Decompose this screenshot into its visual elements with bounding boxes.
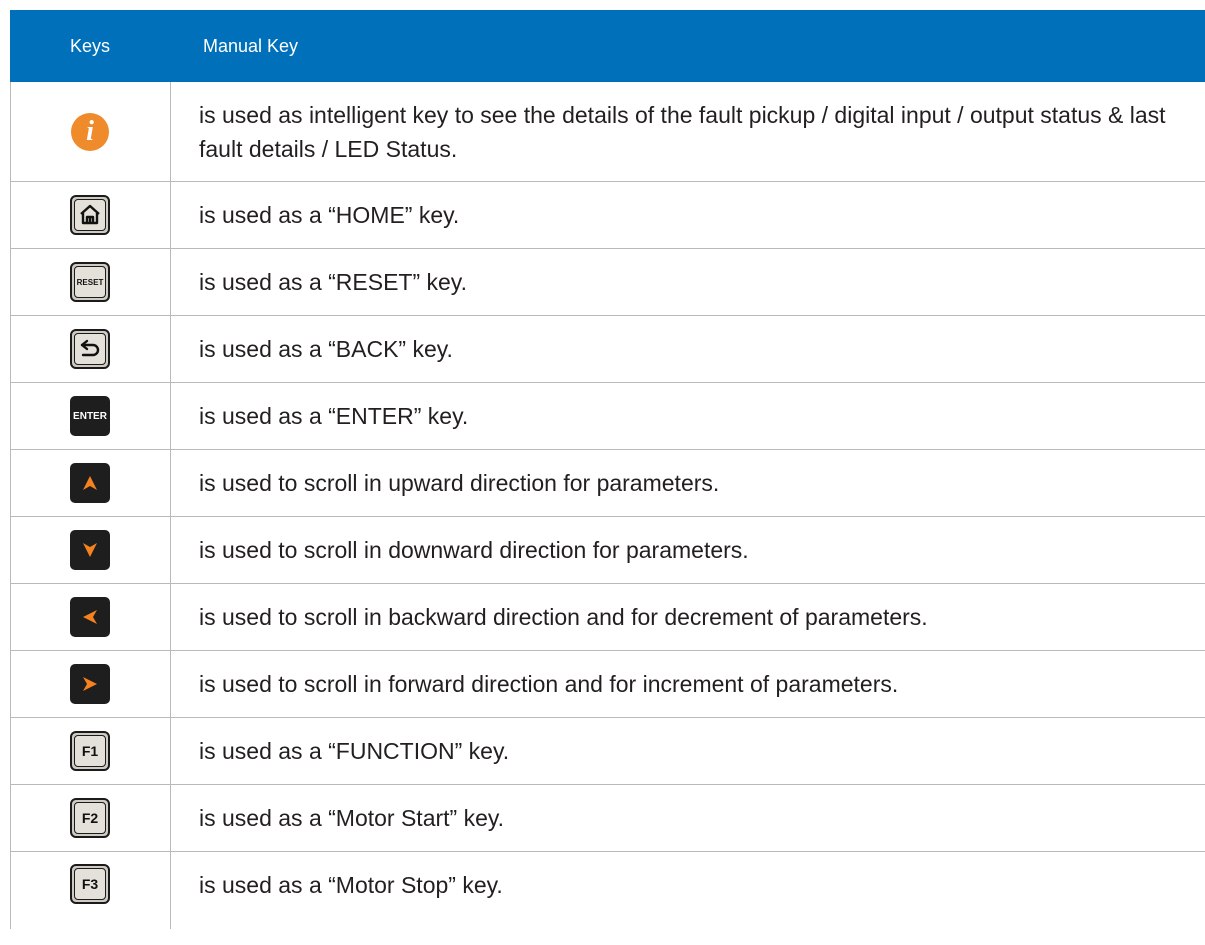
key-description: is used as a “HOME” key. <box>199 202 460 228</box>
key-description: is used as intelligent key to see the de… <box>199 101 1166 162</box>
table-row: F3 is used as a “Motor Stop” key. <box>10 852 1205 929</box>
table-row: is used to scroll in backward direction … <box>10 584 1205 651</box>
f3-key-icon: F3 <box>70 864 110 904</box>
table-row: i is used as intelligent key to see the … <box>10 82 1205 182</box>
key-description: is used to scroll in backward direction … <box>199 604 928 630</box>
header-keys: Keys <box>69 36 111 56</box>
table-row: ENTER is used as a “ENTER” key. <box>10 383 1205 450</box>
key-cell: F3 <box>10 852 170 929</box>
table-row: is used to scroll in downward direction … <box>10 517 1205 584</box>
key-description: is used to scroll in downward direction … <box>199 537 749 563</box>
table-header: Keys Manual Key <box>10 10 1205 82</box>
enter-key-label: ENTER <box>73 410 107 422</box>
key-cell: F1 <box>10 718 170 784</box>
key-description: is used to scroll in forward direction a… <box>199 671 899 697</box>
key-cell <box>10 450 170 516</box>
key-description: is used as a “BACK” key. <box>199 336 453 362</box>
key-cell: i <box>10 82 170 181</box>
table-row: F2 is used as a “Motor Start” key. <box>10 785 1205 852</box>
key-cell <box>10 651 170 717</box>
key-cell <box>10 517 170 583</box>
enter-key-icon: ENTER <box>70 396 110 436</box>
key-description: is used as a “RESET” key. <box>199 269 467 295</box>
arrow-down-icon <box>70 530 110 570</box>
key-description: is used as a “FUNCTION” key. <box>199 738 510 764</box>
key-description: is used as a “Motor Stop” key. <box>199 872 503 898</box>
home-icon <box>70 195 110 235</box>
table-row: F1 is used as a “FUNCTION” key. <box>10 718 1205 785</box>
key-cell <box>10 584 170 650</box>
key-cell: F2 <box>10 785 170 851</box>
table-row: is used to scroll in forward direction a… <box>10 651 1205 718</box>
keys-table: Keys Manual Key i is used as intelligent… <box>10 10 1205 929</box>
key-description: is used to scroll in upward direction fo… <box>199 470 720 496</box>
arrow-left-icon <box>70 597 110 637</box>
f3-key-label: F3 <box>81 876 99 892</box>
key-description: is used as a “Motor Start” key. <box>199 805 505 831</box>
arrow-right-icon <box>70 664 110 704</box>
f2-key-label: F2 <box>81 810 99 826</box>
table-row: RESET is used as a “RESET” key. <box>10 249 1205 316</box>
key-cell <box>10 182 170 248</box>
key-cell <box>10 316 170 382</box>
arrow-up-icon <box>70 463 110 503</box>
info-key-label: i <box>86 115 94 147</box>
f1-key-label: F1 <box>81 743 99 759</box>
header-manual-key: Manual Key <box>203 36 299 56</box>
f1-key-icon: F1 <box>70 731 110 771</box>
table-row: is used to scroll in upward direction fo… <box>10 450 1205 517</box>
key-description: is used as a “ENTER” key. <box>199 403 469 429</box>
info-icon: i <box>71 112 109 151</box>
back-arrow-icon <box>70 329 110 369</box>
table-row: is used as a “BACK” key. <box>10 316 1205 383</box>
table-row: is used as a “HOME” key. <box>10 182 1205 249</box>
f2-key-icon: F2 <box>70 798 110 838</box>
key-cell: ENTER <box>10 383 170 449</box>
key-cell: RESET <box>10 249 170 315</box>
reset-key-label: RESET <box>76 277 104 287</box>
reset-key-icon: RESET <box>70 262 110 302</box>
